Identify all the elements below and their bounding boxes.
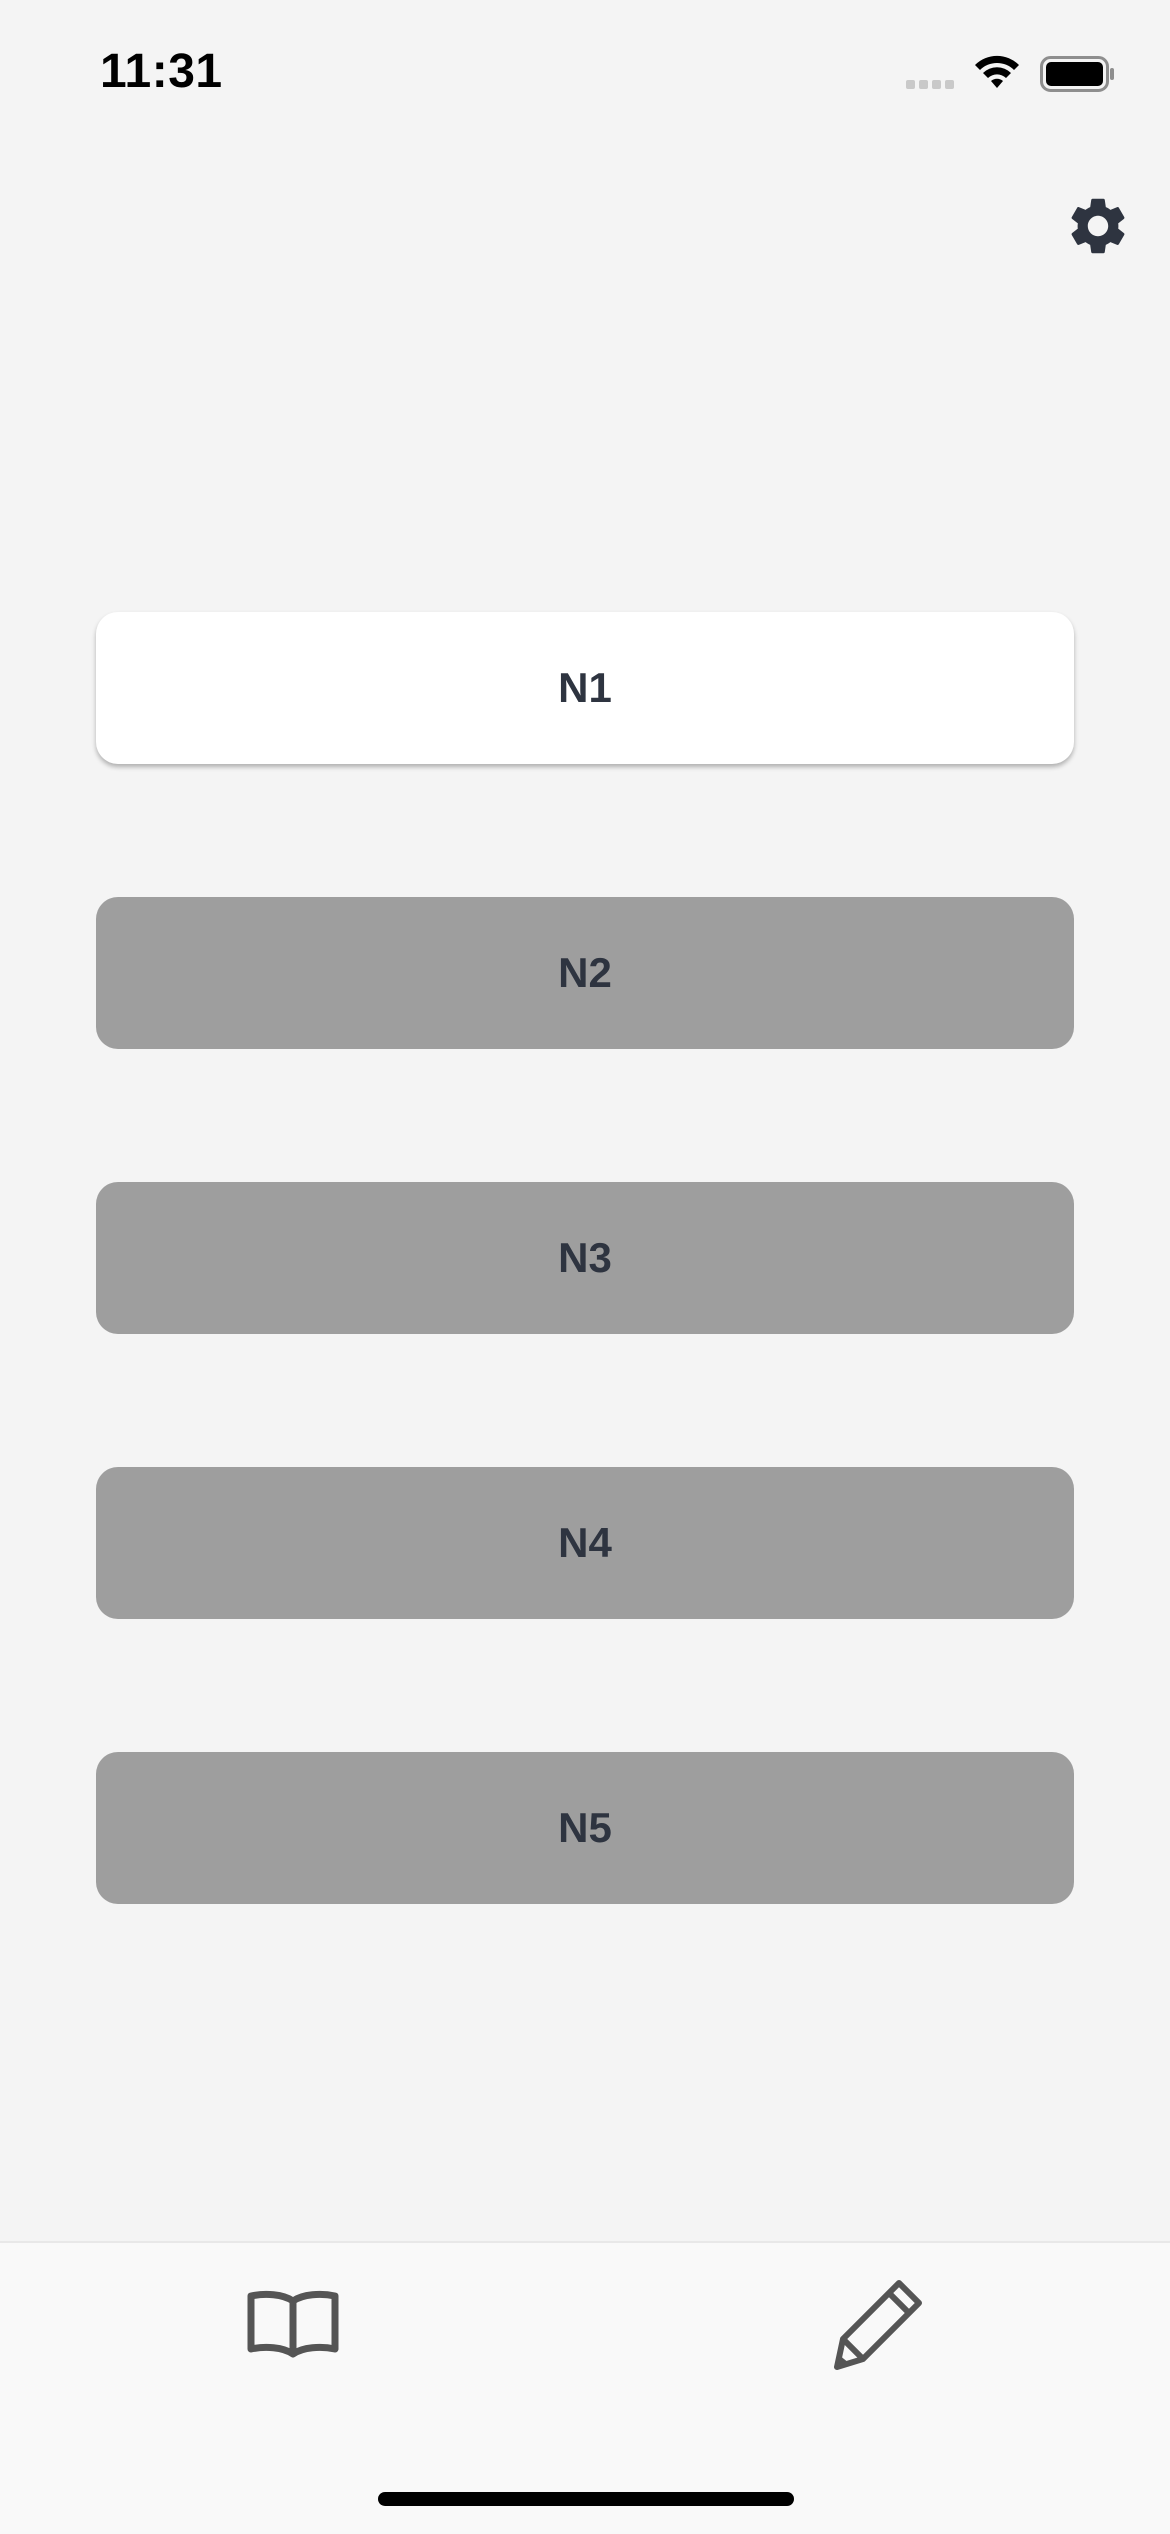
tab-bar: [0, 2241, 1170, 2534]
tab-read[interactable]: [233, 2269, 353, 2379]
level-label: N1: [558, 664, 612, 711]
home-indicator: [378, 2492, 794, 2506]
wifi-icon: [975, 55, 1019, 88]
gear-icon: [1071, 198, 1125, 254]
level-button-n1[interactable]: N1: [96, 612, 1074, 764]
battery-icon: [1040, 56, 1114, 92]
cellular-signal-icon: [906, 80, 954, 89]
settings-button[interactable]: [1064, 192, 1132, 260]
level-label: N4: [558, 1519, 612, 1566]
level-list: N1 N2 N3 N4 N5: [96, 612, 1074, 2037]
pencil-icon: [834, 2280, 922, 2370]
level-label: N3: [558, 1234, 612, 1281]
status-bar: 11:31: [0, 0, 1170, 150]
book-icon: [247, 2290, 339, 2358]
level-label: N2: [558, 949, 612, 996]
level-button-n2[interactable]: N2: [96, 897, 1074, 1049]
level-button-n4[interactable]: N4: [96, 1467, 1074, 1619]
level-button-n5[interactable]: N5: [96, 1752, 1074, 1904]
level-label: N5: [558, 1804, 612, 1851]
level-button-n3[interactable]: N3: [96, 1182, 1074, 1334]
status-time: 11:31: [100, 45, 223, 98]
tab-write[interactable]: [818, 2269, 938, 2379]
